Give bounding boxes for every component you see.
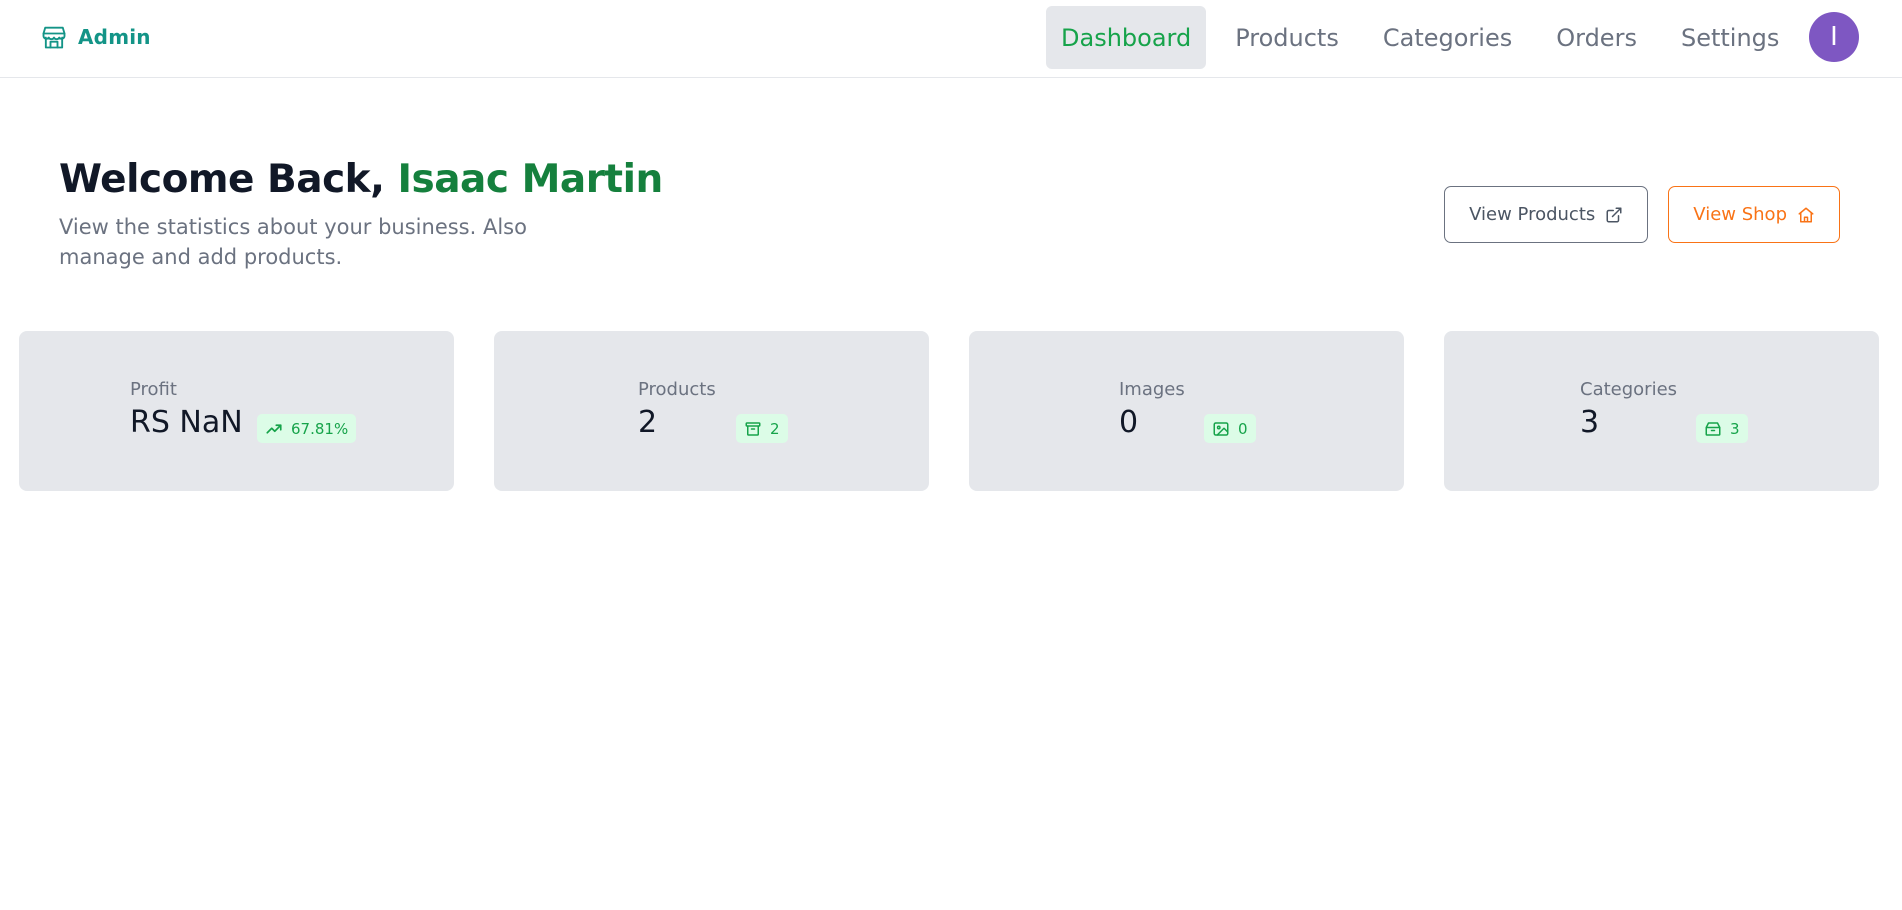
stat-chip: 0 (1204, 414, 1256, 443)
view-products-label: View Products (1469, 204, 1596, 225)
stat-label: Images (1119, 379, 1185, 400)
store-icon (40, 23, 68, 51)
stat-value: 0 (1119, 405, 1139, 440)
view-shop-button[interactable]: View Shop (1668, 186, 1840, 243)
brand-link[interactable]: Admin (40, 22, 151, 52)
stat-card-categories: Categories 3 3 (1444, 331, 1879, 491)
stat-value: 2 (638, 405, 658, 440)
stat-card-profit: Profit RS NaN 67.81% (19, 331, 454, 491)
image-icon (1213, 421, 1229, 436)
package-icon (1705, 421, 1721, 436)
top-navbar: Admin Dashboard Products Categories Orde… (0, 0, 1902, 78)
stat-chip: 67.81% (257, 414, 357, 443)
archive-icon (745, 421, 761, 436)
page-title: Welcome Back, Isaac Martin (59, 156, 699, 204)
stat-chip: 2 (736, 414, 788, 443)
user-avatar[interactable]: I (1809, 12, 1859, 62)
stat-card-images: Images 0 0 (969, 331, 1404, 491)
stat-label: Categories (1580, 379, 1678, 400)
nav-orders[interactable]: Orders (1541, 6, 1652, 69)
stat-chip-value: 3 (1730, 419, 1740, 438)
trending-up-icon (266, 423, 282, 434)
nav-products[interactable]: Products (1220, 6, 1354, 69)
view-products-button[interactable]: View Products (1444, 186, 1649, 243)
stat-chip-value: 67.81% (291, 419, 349, 438)
nav-settings[interactable]: Settings (1666, 6, 1794, 69)
stat-chip: 3 (1696, 414, 1748, 443)
stat-card-products: Products 2 2 (494, 331, 929, 491)
stat-value: RS NaN (130, 405, 243, 440)
brand-label: Admin (78, 25, 151, 49)
title-prefix: Welcome Back, (59, 157, 398, 202)
page-subtitle: View the statistics about your business.… (59, 215, 527, 269)
nav-dashboard[interactable]: Dashboard (1046, 6, 1207, 69)
home-icon (1798, 207, 1814, 222)
external-link-icon (1606, 207, 1622, 222)
header-actions: View Products View Shop (1444, 186, 1840, 243)
welcome-section: Welcome Back, Isaac Martin View the stat… (59, 156, 699, 272)
stat-label: Profit (130, 379, 177, 400)
stat-chip-value: 0 (1238, 419, 1248, 438)
stat-value: 3 (1580, 405, 1600, 440)
stat-chip-value: 2 (770, 419, 780, 438)
main-nav: Dashboard Products Categories Orders Set… (1046, 6, 1808, 69)
user-name: Isaac Martin (397, 157, 664, 202)
nav-categories[interactable]: Categories (1368, 6, 1527, 69)
stat-label: Products (638, 379, 716, 400)
view-shop-label: View Shop (1693, 204, 1787, 225)
stats-cards: Profit RS NaN 67.81% Products 2 2 Images… (19, 331, 1882, 491)
